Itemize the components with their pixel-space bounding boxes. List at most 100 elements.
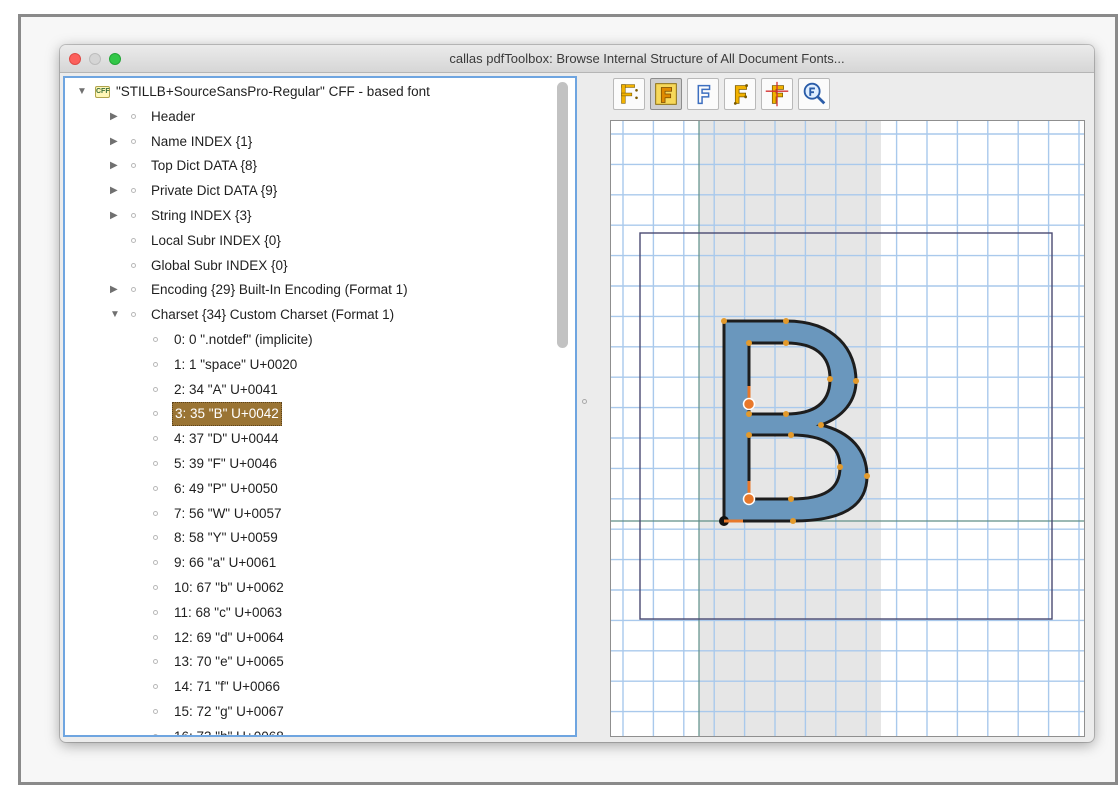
charset-item-label: 9: 66 "a" U+0061 xyxy=(174,555,277,571)
node-bullet-icon xyxy=(153,386,158,392)
control-points-button[interactable] xyxy=(724,78,756,110)
charset-item-label: 13: 70 "e" U+0065 xyxy=(174,654,284,670)
tree-node-row[interactable]: ▶ Header xyxy=(65,105,555,129)
collapsed-triangle-icon[interactable]: ▶ xyxy=(110,278,122,302)
node-bullet-icon xyxy=(153,411,158,417)
filled-glyph-button[interactable] xyxy=(650,78,682,110)
charset-item-row[interactable]: 5: 39 "F" U+0046 xyxy=(65,452,555,476)
pane-splitter[interactable] xyxy=(580,76,590,737)
expanded-triangle-icon[interactable]: ▼ xyxy=(110,303,122,327)
tree-node-row[interactable]: ▼ Charset {34} Custom Charset (Format 1) xyxy=(65,303,555,327)
font-browser-window: callas pdfToolbox: Browse Internal Struc… xyxy=(60,45,1094,742)
tree-node-row[interactable]: ▶ Name INDEX {1} xyxy=(65,130,555,154)
charset-item-row[interactable]: 10: 67 "b" U+0062 xyxy=(65,576,555,600)
charset-item-label: 14: 71 "f" U+0066 xyxy=(174,679,281,695)
collapsed-triangle-icon[interactable]: ▶ xyxy=(110,154,122,178)
hint-point-marker xyxy=(742,397,756,411)
collapsed-triangle-icon[interactable]: ▶ xyxy=(110,179,122,203)
charset-item-row[interactable]: 14: 71 "f" U+0066 xyxy=(65,675,555,699)
charset-item-row[interactable]: 13: 70 "e" U+0065 xyxy=(65,650,555,674)
outline-points-icon xyxy=(621,84,638,104)
expanded-triangle-icon[interactable]: ▼ xyxy=(77,80,89,104)
on-curve-point xyxy=(864,473,870,479)
charset-item-row[interactable]: 2: 34 "A" U+0041 xyxy=(65,378,555,402)
charset-item-row[interactable]: 9: 66 "a" U+0061 xyxy=(65,551,555,575)
tree-node-label: Top Dict DATA {8} xyxy=(151,158,258,174)
tree-node-row[interactable]: ▶ Top Dict DATA {8} xyxy=(65,154,555,178)
glyph-view-toolbar xyxy=(613,78,873,114)
charset-item-row[interactable]: 7: 56 "W" U+0057 xyxy=(65,502,555,526)
on-curve-point xyxy=(788,496,794,502)
font-structure-tree[interactable]: ▼ CFF "STILLB+SourceSansPro-Regular" CFF -… xyxy=(63,76,577,737)
on-curve-point xyxy=(853,378,859,384)
charset-item-row[interactable]: 4: 37 "D" U+0044 xyxy=(65,427,555,451)
hint-lines-icon xyxy=(765,81,789,107)
on-curve-point xyxy=(746,432,752,438)
node-bullet-icon xyxy=(131,138,136,144)
tree-node-row[interactable]: Local Subr INDEX {0} xyxy=(65,229,555,253)
tree-node-row[interactable]: ▶ Encoding {29} Built-In Encoding (Format… xyxy=(65,278,555,302)
node-bullet-icon xyxy=(153,485,158,491)
title-bar[interactable]: callas pdfToolbox: Browse Internal Struc… xyxy=(60,45,1094,73)
node-bullet-icon xyxy=(153,461,158,466)
node-bullet-icon xyxy=(131,262,136,268)
node-bullet-icon xyxy=(153,436,158,442)
glyph-outline-button[interactable] xyxy=(687,78,719,110)
charset-item-label: 3: 35 "B" U+0042 xyxy=(172,402,282,427)
node-bullet-icon xyxy=(131,287,136,293)
control-points-icon xyxy=(733,84,748,105)
tree-node-label: Private Dict DATA {9} xyxy=(151,183,278,199)
charset-item-label: 6: 49 "P" U+0050 xyxy=(174,480,278,496)
on-curve-point xyxy=(790,518,796,524)
collapsed-triangle-icon[interactable]: ▶ xyxy=(110,204,122,228)
charset-item-row[interactable]: 15: 72 "g" U+0067 xyxy=(65,700,555,724)
tree-root-row[interactable]: ▼ CFF "STILLB+SourceSansPro-Regular" CFF -… xyxy=(65,80,555,104)
on-curve-point xyxy=(746,340,752,346)
cff-font-icon: CFF xyxy=(95,86,110,98)
filled-glyph-icon xyxy=(655,83,677,105)
tree-scrollbar-thumb[interactable] xyxy=(557,82,568,348)
charset-item-row[interactable]: 0: 0 ".notdef" (implicite) xyxy=(65,328,555,352)
charset-item-row[interactable]: 1: 1 "space" U+0020 xyxy=(65,353,555,377)
window-title: callas pdfToolbox: Browse Internal Struc… xyxy=(449,51,845,66)
collapsed-triangle-icon[interactable]: ▶ xyxy=(110,130,122,154)
node-bullet-icon xyxy=(153,560,158,566)
charset-item-label: 0: 0 ".notdef" (implicite) xyxy=(174,332,313,347)
hint-lines-button[interactable] xyxy=(761,78,793,110)
tree-node-row[interactable]: ▶ String INDEX {3} xyxy=(65,204,555,228)
charset-item-row[interactable]: 3: 35 "B" U+0042 xyxy=(65,402,555,427)
charset-item-label: 7: 56 "W" U+0057 xyxy=(174,505,282,521)
on-curve-point xyxy=(783,340,789,346)
charset-item-label: 11: 68 "c" U+0063 xyxy=(174,604,283,620)
charset-item-row[interactable]: 6: 49 "P" U+0050 xyxy=(65,477,555,501)
zoom-glyph-icon xyxy=(803,82,826,105)
charset-item-row[interactable]: 16: 73 "h" U+0068 xyxy=(65,725,555,735)
charset-item-row[interactable]: 11: 68 "c" U+0063 xyxy=(65,601,555,625)
tree-node-label: Encoding {29} Built-In Encoding (Format … xyxy=(151,282,408,298)
node-bullet-icon xyxy=(153,709,158,714)
tree-node-row[interactable]: ▶ Private Dict DATA {9} xyxy=(65,179,555,203)
charset-item-row[interactable]: 8: 58 "Y" U+0059 xyxy=(65,526,555,550)
charset-item-label: 15: 72 "g" U+0067 xyxy=(174,704,284,719)
on-curve-point xyxy=(783,411,789,417)
node-bullet-icon xyxy=(153,659,158,665)
hint-point-marker xyxy=(742,492,756,506)
node-bullet-icon xyxy=(153,733,158,735)
glyph-preview-canvas[interactable] xyxy=(610,120,1085,737)
charset-item-label: 4: 37 "D" U+0044 xyxy=(174,431,279,447)
node-bullet-icon xyxy=(131,188,136,194)
node-bullet-icon xyxy=(153,609,158,615)
tree-node-label: String INDEX {3} xyxy=(151,208,252,223)
tree-node-row[interactable]: Global Subr INDEX {0} xyxy=(65,254,555,278)
node-bullet-icon xyxy=(153,684,158,690)
node-bullet-icon xyxy=(131,113,136,119)
charset-item-label: 2: 34 "A" U+0041 xyxy=(174,381,278,397)
zoom-glyph-button[interactable] xyxy=(798,78,830,110)
outline-points-button[interactable] xyxy=(613,78,645,110)
on-curve-point xyxy=(783,318,789,324)
collapsed-triangle-icon[interactable]: ▶ xyxy=(110,105,122,129)
node-bullet-icon xyxy=(153,337,158,342)
charset-item-row[interactable]: 12: 69 "d" U+0064 xyxy=(65,626,555,650)
node-bullet-icon xyxy=(131,213,136,218)
node-bullet-icon xyxy=(153,634,158,640)
